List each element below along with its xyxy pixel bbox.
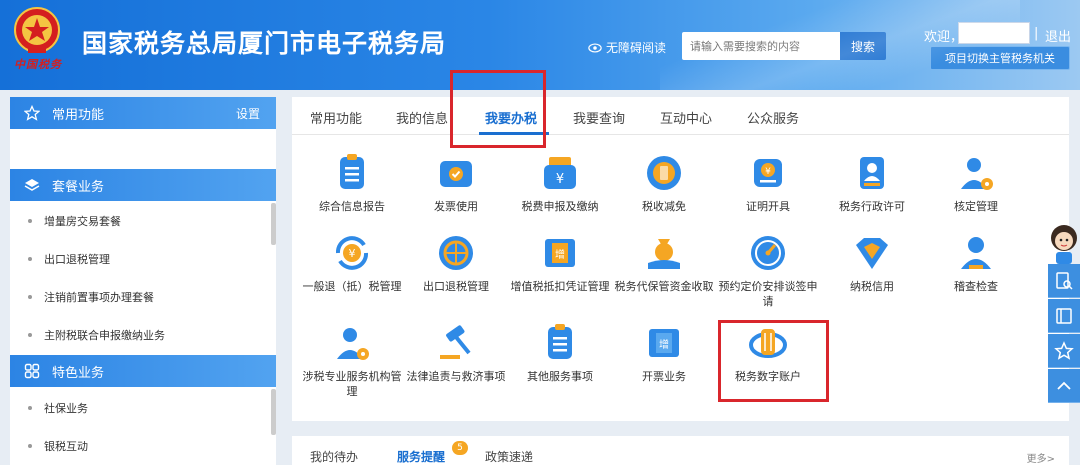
search-input[interactable] xyxy=(682,32,840,60)
billing-icon: 增 xyxy=(649,329,679,357)
toolbar-favorite-button[interactable] xyxy=(1048,334,1080,368)
legal-hammer-icon xyxy=(440,325,471,359)
welcome-text: 欢迎， xyxy=(924,30,964,45)
func-tax-credit[interactable]: 纳税信用 xyxy=(817,233,927,294)
func-other-services[interactable]: 其他服务事项 xyxy=(505,323,615,384)
sidebar-settings-link[interactable]: 设置 xyxy=(236,105,260,122)
tab-bar: 常用功能 我的信息 我要办税 我要查询 互动中心 公众服务 xyxy=(292,97,1069,135)
tab-policy-express[interactable]: 政策速递 xyxy=(485,448,533,465)
report-icon xyxy=(340,154,364,189)
func-comprehensive-report[interactable]: 综合信息报告 xyxy=(297,153,407,214)
sidebar-package-header[interactable]: 套餐业务 xyxy=(10,169,276,201)
highlight-box xyxy=(450,70,546,148)
username-box xyxy=(958,22,1030,44)
func-certificate[interactable]: ¥ 证明开具 xyxy=(713,153,823,214)
logout-link[interactable]: 退出 xyxy=(1045,26,1071,45)
svg-text:¥: ¥ xyxy=(556,172,564,187)
header-separator: | xyxy=(1034,26,1039,41)
tab-public-service[interactable]: 公众服务 xyxy=(747,108,799,127)
accessibility-label: 无障碍阅读 xyxy=(606,41,667,55)
book-icon xyxy=(1056,307,1072,324)
tax-reduction-icon xyxy=(647,156,681,190)
invoice-icon xyxy=(440,161,472,187)
tax-declaration-icon: ¥ xyxy=(544,157,576,189)
agency-icon xyxy=(337,328,369,360)
svg-text:增: 增 xyxy=(555,248,565,261)
reminder-count-badge: 5 xyxy=(452,441,468,455)
tax-refund-icon: ¥ xyxy=(336,236,368,270)
svg-text:¥: ¥ xyxy=(349,247,356,260)
func-agency-mgmt[interactable]: 涉税专业服务机构管理 xyxy=(297,323,407,399)
sidebar-scrollbar[interactable] xyxy=(271,389,276,435)
func-verification-mgmt[interactable]: 核定管理 xyxy=(921,153,1031,214)
brand-script: 中国税务 xyxy=(14,58,62,71)
tab-my-todo[interactable]: 我的待办 xyxy=(310,448,358,465)
toolbar-search-doc-button[interactable] xyxy=(1048,264,1080,298)
tab-query[interactable]: 我要查询 xyxy=(573,108,625,127)
toolbar-back-to-top-button[interactable] xyxy=(1048,369,1080,403)
tab-common[interactable]: 常用功能 xyxy=(310,108,362,127)
svg-text:¥: ¥ xyxy=(765,167,771,177)
sidebar: 常用功能 设置 套餐业务 增量房交易套餐 出口退税管理 注销前置事项办理套餐 主… xyxy=(10,97,276,465)
document-search-icon xyxy=(1056,271,1073,290)
sidebar-item[interactable]: 社保业务 xyxy=(10,389,270,427)
func-inspection[interactable]: 稽查检查 xyxy=(921,233,1031,294)
fund-custody-icon xyxy=(648,239,680,269)
highlight-box xyxy=(718,320,829,402)
sidebar-package-title: 套餐业务 xyxy=(52,179,105,195)
sidebar-item[interactable]: 增量房交易套餐 xyxy=(10,202,270,240)
func-tax-declaration[interactable]: ¥ 税费申报及缴纳 xyxy=(505,153,615,214)
func-tax-reduction[interactable]: 税收减免 xyxy=(609,153,719,214)
sidebar-item[interactable]: 主附税联合申报缴纳业务 xyxy=(10,316,270,354)
eye-icon xyxy=(588,42,602,53)
main-panel: 常用功能 我的信息 我要办税 我要查询 互动中心 公众服务 综合信息报告 发票使… xyxy=(292,70,1069,421)
func-export-refund[interactable]: 出口退税管理 xyxy=(401,233,511,294)
inspection-icon xyxy=(961,237,991,269)
func-billing[interactable]: 增 开票业务 xyxy=(609,323,719,384)
svg-text:增: 增 xyxy=(659,338,669,351)
grid-icon xyxy=(24,363,40,379)
national-emblem-icon xyxy=(14,7,60,53)
certificate-icon: ¥ xyxy=(754,159,782,187)
notice-panel: 我的待办 服务提醒 5 政策速递 更多> xyxy=(292,436,1069,465)
export-refund-icon xyxy=(439,236,473,270)
pricing-arrangement-icon xyxy=(751,236,785,270)
sidebar-special-header[interactable]: 特色业务 xyxy=(10,355,276,387)
chevron-up-icon xyxy=(1057,381,1071,390)
sidebar-item[interactable]: 银税互动 xyxy=(10,427,270,465)
tab-interaction[interactable]: 互动中心 xyxy=(660,108,712,127)
switch-tax-authority-button[interactable]: 项目切换主管税务机关 xyxy=(930,46,1070,70)
sidebar-scrollbar[interactable] xyxy=(271,203,276,245)
tax-credit-icon xyxy=(856,238,888,269)
func-legal-remedy[interactable]: 法律追责与救济事项 xyxy=(401,323,511,384)
assistant-avatar-icon[interactable] xyxy=(1048,222,1080,264)
accessibility-link[interactable]: 无障碍阅读 xyxy=(588,39,666,56)
sidebar-common-title: 常用功能 xyxy=(52,107,105,123)
sidebar-special-title: 特色业务 xyxy=(52,365,105,381)
other-services-icon xyxy=(548,324,572,359)
site-title: 国家税务总局厦门市电子税务局 xyxy=(82,29,447,58)
license-icon xyxy=(860,157,884,189)
search-button[interactable]: 搜索 xyxy=(840,32,886,60)
func-pricing-arrangement[interactable]: 预约定价安排谈签申请 xyxy=(713,233,823,309)
func-vat-voucher[interactable]: 增 增值税抵扣凭证管理 xyxy=(505,233,615,294)
sidebar-common-header[interactable]: 常用功能 设置 xyxy=(10,97,276,129)
func-general-refund[interactable]: ¥ 一般退（抵）税管理 xyxy=(297,233,407,294)
star-icon xyxy=(24,105,40,121)
func-invoice-use[interactable]: 发票使用 xyxy=(401,153,511,214)
verification-icon xyxy=(961,158,993,190)
sidebar-item[interactable]: 出口退税管理 xyxy=(10,240,270,278)
vat-voucher-icon: 增 xyxy=(545,239,575,267)
sidebar-item[interactable]: 注销前置事项办理套餐 xyxy=(10,278,270,316)
layers-icon xyxy=(24,177,40,193)
func-fund-custody[interactable]: 税务代保管资金收取 xyxy=(609,233,719,294)
star-icon xyxy=(1054,340,1074,360)
tab-my-info[interactable]: 我的信息 xyxy=(396,108,448,127)
toolbar-book-button[interactable] xyxy=(1048,299,1080,333)
func-admin-license[interactable]: 税务行政许可 xyxy=(817,153,927,214)
more-link[interactable]: 更多> xyxy=(1027,450,1055,465)
tab-service-reminder[interactable]: 服务提醒 xyxy=(397,448,445,465)
